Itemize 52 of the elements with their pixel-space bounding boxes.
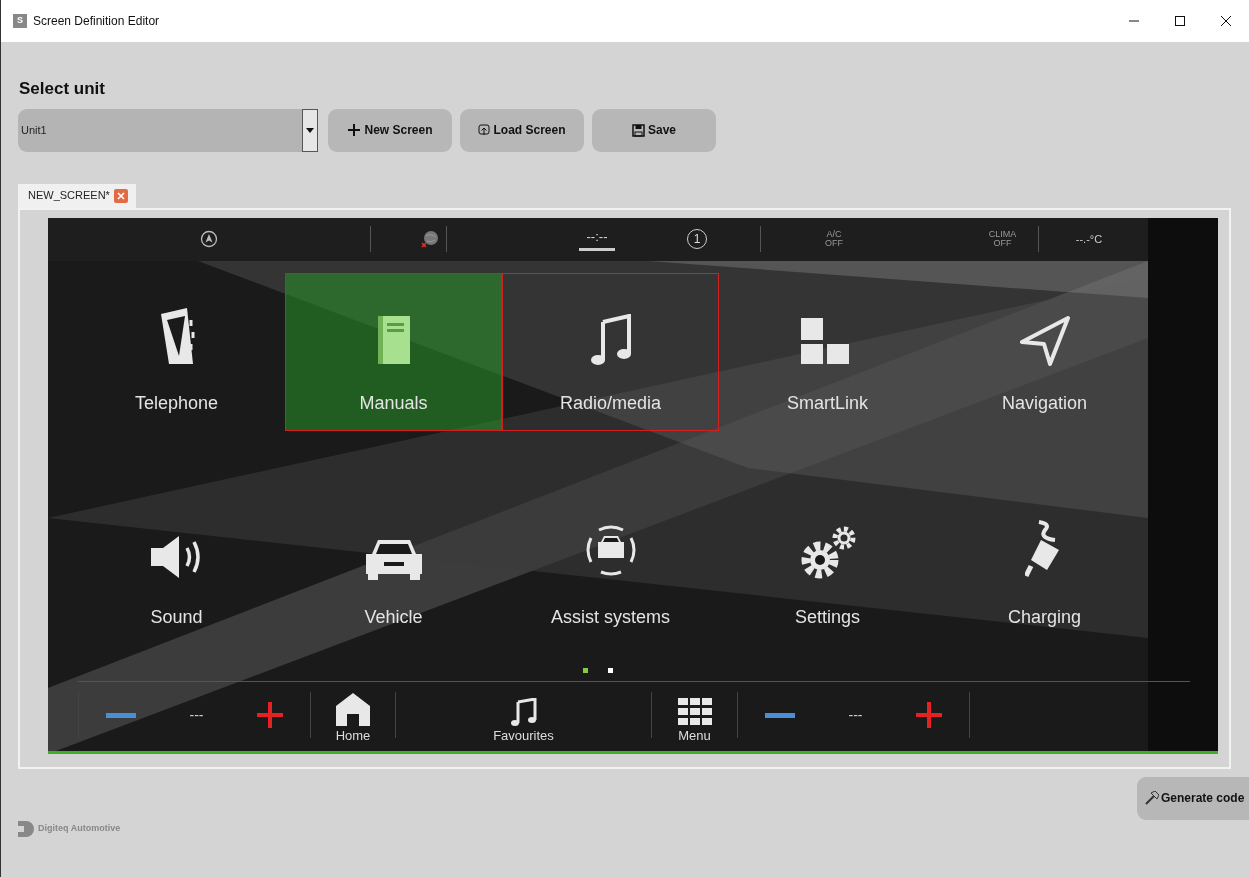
shortcut-button[interactable]: Favourites <box>396 685 651 745</box>
music-note-icon <box>510 697 537 726</box>
minus-icon <box>105 712 136 719</box>
shortcut-button[interactable]: Menu <box>652 685 737 745</box>
home-icon <box>335 691 371 726</box>
tab-close-button[interactable] <box>113 188 128 203</box>
app-tile[interactable]: Settings <box>719 486 936 645</box>
minus-icon <box>764 712 795 719</box>
temperature-text: --.-°C <box>1075 231 1103 247</box>
app-tile[interactable]: Manuals <box>285 272 502 431</box>
ac-status: A/C OFF <box>825 230 843 248</box>
app-tile[interactable]: Navigation <box>936 272 1153 431</box>
section-heading: Select unit <box>19 78 106 100</box>
maximize-icon <box>1174 15 1186 27</box>
toolbar-button[interactable]: Load Screen <box>460 108 584 152</box>
app-tile[interactable]: Vehicle <box>285 486 502 645</box>
generate-code-button[interactable]: Generate code <box>1137 776 1249 820</box>
volume-value: --- <box>848 705 863 725</box>
caret-icon <box>306 127 314 133</box>
upload-icon <box>478 124 491 136</box>
compass-icon <box>200 230 218 248</box>
book-icon <box>375 313 412 366</box>
app-tile[interactable]: SmartLink <box>719 272 936 431</box>
plus-icon <box>347 123 362 137</box>
globe-offline-icon <box>420 230 438 248</box>
shortcut-button[interactable]: Home <box>311 685 395 745</box>
app-tile[interactable]: Radio/media <box>502 272 719 431</box>
hammer-icon <box>1145 791 1159 805</box>
logo-icon <box>18 820 34 837</box>
app-tile[interactable]: Telephone <box>68 272 285 431</box>
navigation-arrow-icon <box>1019 315 1070 366</box>
music-note-icon <box>590 313 631 366</box>
toolbar-button[interactable]: New Screen <box>328 108 452 152</box>
clima-status: CLIMA OFF <box>988 230 1017 248</box>
close-icon <box>1220 15 1232 27</box>
window-title: Screen Definition Editor <box>33 13 160 30</box>
volume-up-button[interactable] <box>916 702 943 728</box>
close-icon <box>116 191 125 200</box>
volume-up-button[interactable] <box>257 702 284 728</box>
volume-value: --- <box>189 705 204 725</box>
toolbar-button[interactable]: Save <box>592 108 716 152</box>
plus-icon <box>916 702 943 728</box>
tab[interactable]: NEW_SCREEN* <box>18 183 136 208</box>
clock-text: --:-- <box>578 226 616 252</box>
brand-name: Digiteq Automotive <box>38 821 121 835</box>
app-tile[interactable]: Assist systems <box>502 486 719 645</box>
app-grid-icon <box>677 697 712 726</box>
app-tile[interactable]: Charging <box>936 486 1153 645</box>
save-icon <box>632 123 645 137</box>
plus-icon <box>257 702 284 728</box>
app-tile[interactable]: Sound <box>68 486 285 645</box>
app-icon: S <box>13 14 27 28</box>
